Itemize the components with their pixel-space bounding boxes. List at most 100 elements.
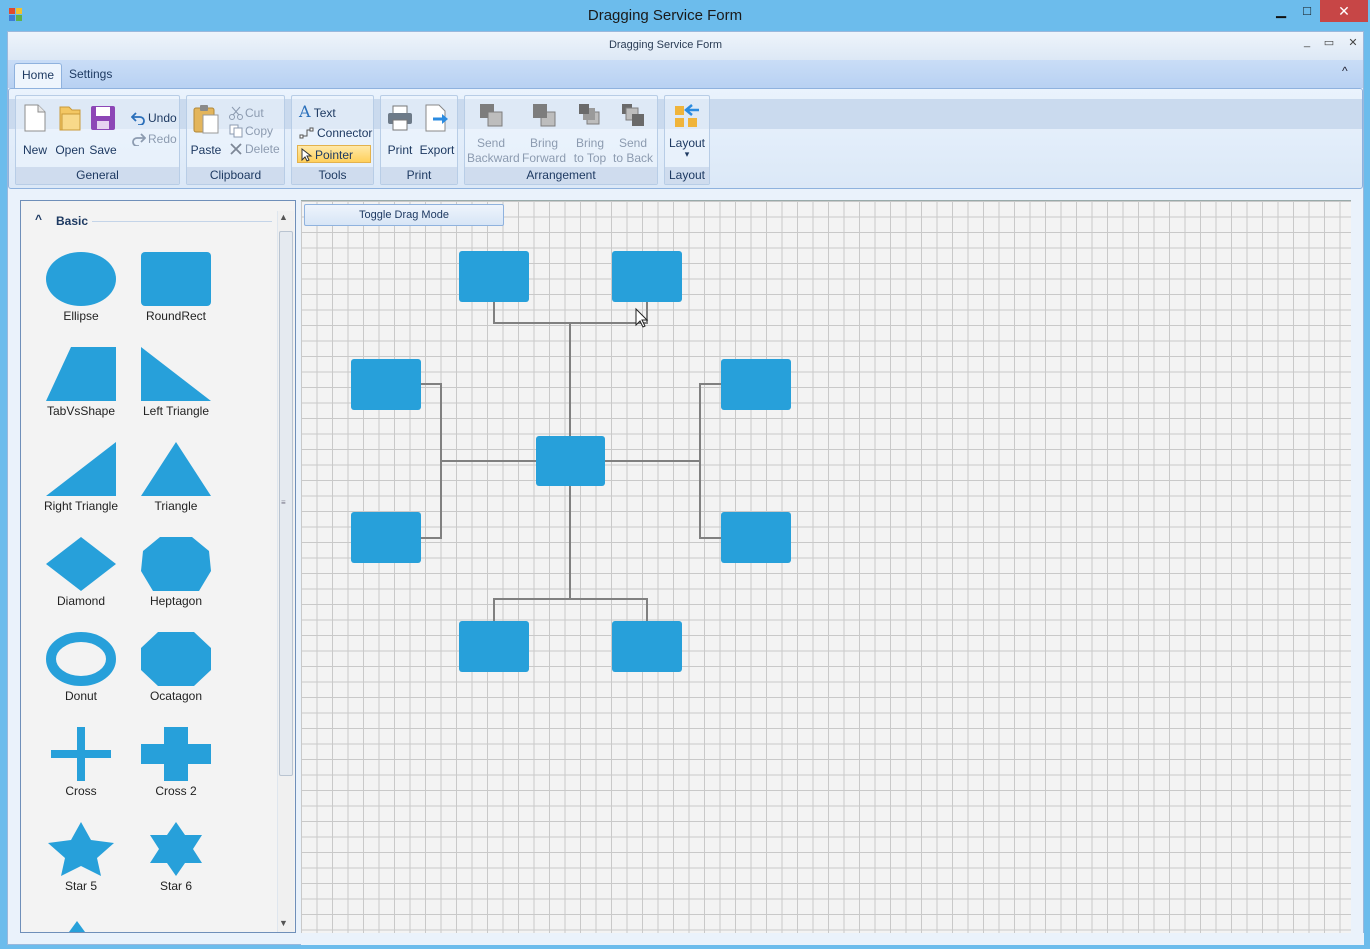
bring-forward-button[interactable]: Bring Forward [520,102,568,165]
window-maximize-button[interactable]: □ [1294,0,1320,22]
shape-heptagon[interactable]: Heptagon [131,536,221,608]
shape-partial-next [52,920,102,932]
star5-icon [48,822,114,876]
shape-right-triangle[interactable]: Right Triangle [36,441,126,513]
shape-label: Left Triangle [142,404,210,418]
node-bottom-left[interactable] [459,621,529,672]
toggle-drag-mode-button[interactable]: Toggle Drag Mode [304,204,504,226]
node-center[interactable] [536,436,605,486]
undo-button[interactable]: Undo [130,109,177,127]
palette-header[interactable]: Basic [56,214,88,228]
shape-label: Ocatagon [149,689,203,703]
palette-header-divider [92,221,272,222]
export-button[interactable]: Export [418,104,456,157]
open-button[interactable]: Open [54,104,86,157]
canvas-bottom-margin [301,933,1364,945]
palette-collapse-icon[interactable]: ^ [35,212,42,226]
connector-tool-button[interactable]: Connector [299,124,372,142]
shape-ellipse[interactable]: Ellipse [36,251,126,323]
connector-bottom[interactable] [493,598,648,621]
form-minimize-button[interactable]: _ [1297,36,1317,48]
node-left-top[interactable] [351,359,421,410]
window-minimize-button[interactable]: ▁ [1268,0,1294,22]
node-top-left[interactable] [459,251,529,302]
scroll-down-arrow-icon[interactable]: ▼ [279,918,288,928]
shape-diamond[interactable]: Diamond [36,536,126,608]
send-to-back-button[interactable]: Send to Back [612,102,654,165]
pointer-tool-button[interactable]: Pointer [297,145,371,163]
layout-icon [666,102,708,133]
send-to-back-label-2: to Back [612,151,654,165]
shape-label: Donut [64,689,98,703]
delete-label: Delete [245,142,280,156]
diagram-canvas[interactable] [301,200,1351,933]
shape-tabvsshape[interactable]: TabVsShape [36,346,126,418]
layout-button[interactable]: Layout ▾ [666,102,708,159]
ribbon-collapse-button[interactable]: ^ [1342,64,1348,78]
shape-octagon[interactable]: Ocatagon [131,631,221,703]
roundrect-icon [141,252,211,306]
send-to-back-icon [612,102,654,131]
undo-label: Undo [148,111,177,125]
redo-button[interactable]: Redo [131,130,177,148]
save-disk-icon [88,104,118,135]
form-maximize-button[interactable]: ▭ [1319,36,1339,49]
shape-label: Right Triangle [43,499,119,513]
connector-left[interactable] [421,383,442,539]
delete-button[interactable]: Delete [229,140,280,158]
node-right-top[interactable] [721,359,791,410]
bring-to-top-button[interactable]: Bring to Top [570,102,610,165]
node-top-right[interactable] [612,251,682,302]
delete-x-icon [229,142,245,156]
shape-label: Star 6 [159,879,192,893]
print-button-label: Print [387,143,413,157]
printer-icon [384,104,416,135]
connector-right[interactable] [699,383,721,539]
connector-top[interactable] [493,302,648,324]
shape-star-6[interactable]: Star 6 [131,821,221,893]
print-button[interactable]: Print [384,104,416,157]
donut-icon [46,632,116,686]
right-triangle-icon [46,442,116,496]
node-left-bottom[interactable] [351,512,421,563]
send-backward-icon [467,102,515,131]
group-arrangement-label: Arrangement [465,167,657,184]
cut-button[interactable]: Cut [229,104,264,122]
layout-dropdown-arrow: ▾ [684,149,690,159]
node-bottom-right[interactable] [612,621,682,672]
copy-label: Copy [245,124,274,138]
shape-left-triangle[interactable]: Left Triangle [131,346,221,418]
save-button[interactable]: Save [88,104,118,157]
send-backward-label-1: Send [476,136,506,150]
trapezoid-icon [46,347,116,401]
paste-button-label: Paste [190,143,222,157]
group-clipboard-label: Clipboard [187,167,284,184]
shape-star-5[interactable]: Star 5 [36,821,126,893]
star6-icon [150,822,202,876]
save-button-label: Save [89,143,117,157]
copy-icon [229,124,245,138]
copy-button[interactable]: Copy [229,122,273,140]
node-right-bottom[interactable] [721,512,791,563]
window-close-button[interactable]: ✕ [1320,0,1368,22]
send-backward-button[interactable]: Send Backward [467,102,520,165]
connector-icon [299,126,317,140]
text-tool-button[interactable]: A Text [299,103,336,121]
open-button-label: Open [55,143,85,157]
shape-donut[interactable]: Donut [36,631,126,703]
shape-cross-2[interactable]: Cross 2 [131,726,221,798]
shape-triangle[interactable]: Triangle [131,441,221,513]
export-button-label: Export [419,143,455,157]
paste-button[interactable]: Paste [189,104,223,157]
new-button[interactable]: New [20,104,50,157]
form-close-button[interactable]: ✕ [1343,36,1363,49]
scroll-up-arrow-icon[interactable]: ▲ [279,212,288,222]
tab-settings[interactable]: Settings [62,63,119,88]
shape-cross[interactable]: Cross [36,726,126,798]
send-to-back-label-1: Send [618,136,648,150]
new-button-label: New [22,143,47,157]
bring-to-top-label-1: Bring [575,136,604,150]
redo-icon [131,132,148,147]
shape-roundrect[interactable]: RoundRect [131,251,221,323]
tab-home[interactable]: Home [14,63,63,88]
